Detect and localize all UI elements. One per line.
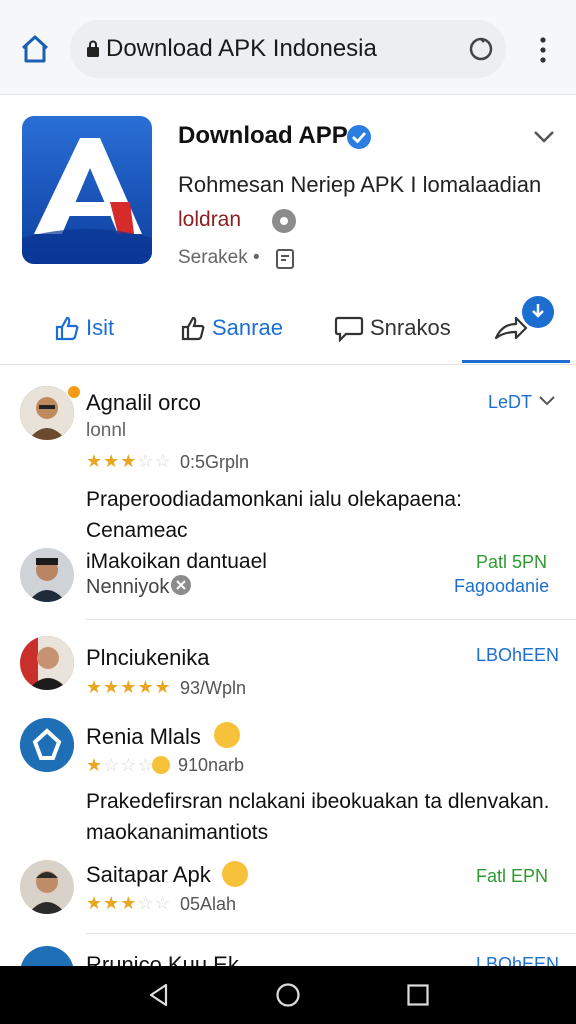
review-meta: 93/Wpln: [180, 678, 247, 698]
notification-badge-icon: [522, 296, 554, 328]
review-meta: 05Alah: [180, 894, 237, 914]
avatar[interactable]: [20, 718, 74, 772]
tab-label: Snrakos: [370, 315, 451, 340]
tab-label: Isit: [86, 315, 115, 340]
app-description: Rohmesan Neriep APK I lomalaadian: [178, 172, 542, 197]
recents-icon[interactable]: [405, 982, 431, 1008]
developer-badge-icon: [272, 209, 296, 233]
reviewer-name[interactable]: Agnalil orco: [86, 390, 201, 416]
review-meta: 910narb: [178, 755, 245, 775]
verified-badge-icon: [347, 125, 371, 149]
avatar[interactable]: [20, 860, 74, 914]
home-icon[interactable]: [18, 32, 52, 66]
url-text: Download APK Indonesia: [106, 35, 377, 62]
chevron-down-icon[interactable]: [532, 126, 556, 146]
avatar[interactable]: [20, 386, 74, 440]
thumbs-up-outline-icon: [181, 316, 205, 341]
action-tabs: Isit Sanrae Snrakos: [0, 290, 576, 365]
review-meta: 0:5Grpln: [180, 452, 250, 472]
review-tag: Fatl EPN: [476, 866, 549, 886]
more-options-icon[interactable]: [536, 36, 550, 64]
divider: [86, 933, 576, 934]
browser-toolbar: Download APK Indonesia: [0, 0, 576, 95]
thumbs-up-icon: [55, 316, 79, 341]
reviewer-subtitle: lonnl: [86, 420, 127, 441]
divider: [86, 619, 576, 620]
system-navigation-bar: [0, 966, 576, 1024]
tab-isit[interactable]: Isit: [54, 308, 114, 348]
document-icon: [276, 249, 294, 269]
review-tag[interactable]: LBOhEEN: [476, 645, 559, 666]
back-icon[interactable]: [146, 982, 172, 1008]
tab-label: Sanrae: [212, 315, 283, 340]
review-tag[interactable]: LeDT: [488, 392, 532, 413]
star-rating: ★★★☆☆: [86, 451, 172, 471]
chevron-down-icon[interactable]: [538, 394, 556, 408]
emoji-icon: [152, 756, 170, 774]
review-tag-link[interactable]: Fagoodanie: [454, 576, 549, 597]
avatar[interactable]: [20, 636, 74, 690]
comment-icon: [334, 316, 364, 342]
lock-icon: [87, 40, 99, 57]
app-icon[interactable]: [22, 116, 152, 264]
review-tag: Patl 5PN: [476, 552, 548, 572]
online-dot-icon: [68, 386, 80, 398]
emoji-icon: [214, 722, 240, 748]
address-bar[interactable]: Download APK Indonesia: [70, 20, 506, 78]
emoji-icon: [222, 861, 248, 887]
active-tab-indicator: [462, 360, 570, 363]
review-text-line: maokananimantiots: [86, 821, 269, 844]
reviewer-name[interactable]: Saitapar Apk: [86, 862, 211, 888]
avatar[interactable]: [20, 548, 74, 602]
review-text-line: Praperoodiadamonkani ialu olekapaena: Ce…: [86, 488, 462, 542]
reviewer-name[interactable]: Plnciukenika: [86, 645, 210, 671]
review-text: Prakedefirsran nclakani ibeokuakan ta dl…: [86, 786, 556, 848]
home-button-icon[interactable]: [275, 982, 301, 1008]
reviewer-name[interactable]: Nenniyok: [86, 576, 169, 599]
app-title: Download APP: [178, 122, 348, 149]
close-circle-icon[interactable]: [170, 574, 192, 596]
tab-sanrae[interactable]: Sanrae: [180, 308, 283, 348]
star-rating: ★☆☆☆: [86, 755, 155, 775]
star-rating: ★★★★★: [86, 677, 172, 697]
review-text-line: Prakedefirsran nclakani ibeokuakan ta dl…: [86, 790, 550, 813]
reload-icon[interactable]: [468, 36, 494, 62]
star-rating: ★★★☆☆: [86, 893, 172, 913]
tab-snrakos[interactable]: Snrakos: [334, 308, 451, 348]
app-developer[interactable]: loldran: [178, 208, 241, 232]
app-meta: Serakek •: [178, 247, 260, 268]
reviewer-name[interactable]: Renia Mlals: [86, 724, 201, 750]
